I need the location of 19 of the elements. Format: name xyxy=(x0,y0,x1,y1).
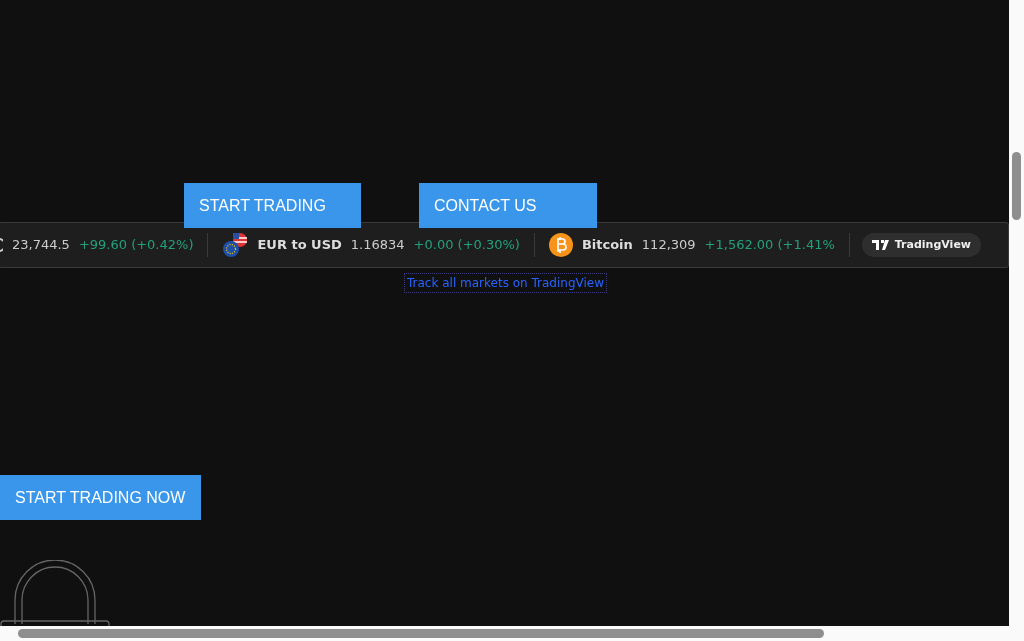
price-value: 23,744.5 xyxy=(12,236,70,255)
cta-button[interactable]: START TRADING NOW xyxy=(0,475,201,520)
symbol-name[interactable]: Bitcoin xyxy=(581,235,633,255)
hero-button[interactable]: START TRADING xyxy=(184,183,361,228)
bitcoin-icon xyxy=(548,233,573,257)
markets-link[interactable]: Track all markets on TradingView xyxy=(405,274,606,292)
symbol-name[interactable]: EUR to USD xyxy=(257,235,342,255)
symbol-icon xyxy=(0,238,3,252)
brand-badge[interactable]: TradingView xyxy=(861,232,981,258)
scrollbar-thumb[interactable] xyxy=(18,629,824,638)
price-change: +0.00 (+0.30%) xyxy=(413,236,520,255)
logo-icon xyxy=(871,240,890,250)
price-change: +99.60 (+0.42%) xyxy=(78,236,194,255)
scrollbar-thumb[interactable] xyxy=(1012,152,1021,220)
price-value: 1.16834 xyxy=(350,236,405,255)
hero-button[interactable]: CONTACT US xyxy=(419,183,597,228)
price-change: +1,562.00 (+1.41% xyxy=(704,236,835,255)
flags-icon xyxy=(222,232,249,258)
price-value: 112,309 xyxy=(641,236,696,255)
